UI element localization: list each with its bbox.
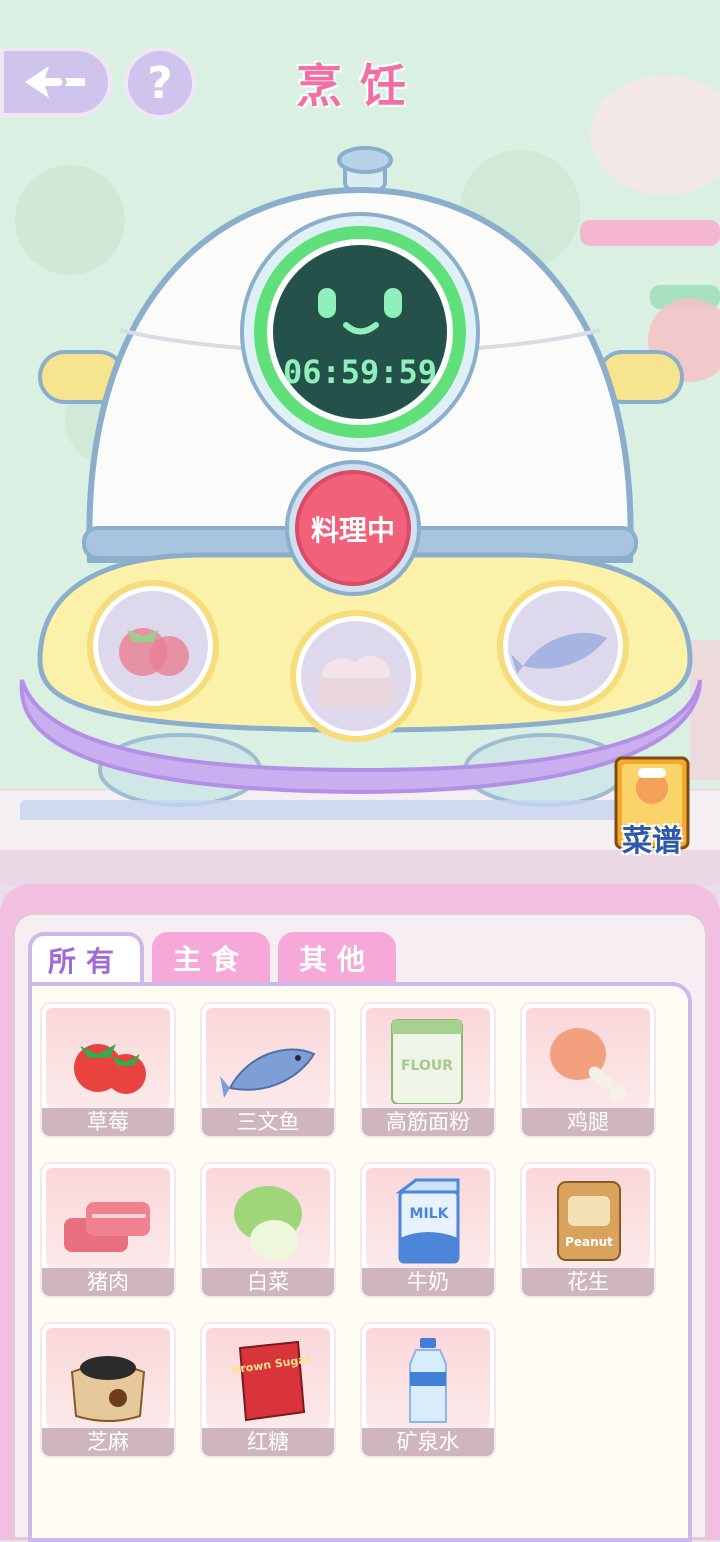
sesame-icon (70, 1356, 146, 1422)
salmon-icon (220, 1048, 316, 1098)
page-title: 烹饪 (296, 59, 424, 113)
eggs-icon (318, 656, 394, 706)
ingredient-name: 花生 (522, 1268, 654, 1296)
back-button[interactable] (0, 47, 112, 117)
ingredient-name: 鸡腿 (522, 1108, 654, 1136)
water-bottle-icon (409, 1338, 447, 1423)
ingredient-name: 高筋面粉 (362, 1108, 494, 1136)
strawberry-icon (119, 628, 189, 676)
help-button[interactable]: ? (124, 47, 196, 119)
ingredient-item-salmon[interactable]: 三文鱼 (202, 1004, 334, 1136)
ingredient-name: 猪肉 (42, 1268, 174, 1296)
ingredient-name: 三文鱼 (202, 1108, 334, 1136)
ingredient-item-brown-sugar[interactable]: Brown Sugar 红糖 (202, 1324, 334, 1456)
salmon-icon (511, 633, 607, 674)
ingredient-item-sesame[interactable]: 芝麻 (42, 1324, 174, 1456)
back-arrow-icon (25, 66, 85, 98)
ingredient-slot-3[interactable] (497, 580, 629, 712)
ingredient-list: 草莓 三文鱼 FLOUR 高筋面粉 鸡腿 猪肉 白菜 MILK 牛奶 Peanu… (28, 982, 692, 1542)
recipe-book-label[interactable]: 菜谱 (612, 816, 692, 860)
pork-icon (64, 1202, 150, 1252)
ingredient-name: 草莓 (42, 1108, 174, 1136)
ingredient-slot-1[interactable] (87, 580, 219, 712)
help-label: ? (147, 57, 173, 109)
peanut-icon: Peanut (557, 1181, 621, 1261)
cabbage-icon (234, 1186, 302, 1260)
ingredient-name: 矿泉水 (362, 1428, 494, 1456)
ingredient-item-chicken-leg[interactable]: 鸡腿 (522, 1004, 654, 1136)
svg-text:FLOUR: FLOUR (401, 1058, 453, 1074)
ingredient-name: 芝麻 (42, 1428, 174, 1456)
ingredient-item-water[interactable]: 矿泉水 (362, 1324, 494, 1456)
svg-text:MILK: MILK (410, 1206, 450, 1222)
milk-icon: MILK (395, 1178, 460, 1264)
tab-other[interactable]: 其他 (278, 932, 396, 984)
ingredient-name: 牛奶 (362, 1268, 494, 1296)
ingredient-slot-2[interactable] (290, 610, 422, 742)
ingredient-name: 红糖 (202, 1428, 334, 1456)
ingredient-name: 白菜 (202, 1268, 334, 1296)
chicken-leg-icon (550, 1028, 626, 1102)
cooking-timer: 06:59:59 (282, 353, 438, 391)
tab-all[interactable]: 所有 (28, 932, 144, 984)
cooking-status-button[interactable]: 料理中 (296, 472, 410, 586)
category-tabs: 所有 主食 其他 (28, 932, 396, 984)
ingredient-item-strawberry[interactable]: 草莓 (42, 1004, 174, 1136)
ingredient-item-cabbage[interactable]: 白菜 (202, 1164, 334, 1296)
tab-staple[interactable]: 主食 (152, 932, 270, 984)
svg-text:Peanut: Peanut (565, 1235, 613, 1249)
flour-icon: FLOUR (391, 1019, 463, 1104)
strawberry-icon (74, 1044, 146, 1094)
ingredient-item-milk[interactable]: MILK 牛奶 (362, 1164, 494, 1296)
ingredient-item-peanut[interactable]: Peanut 花生 (522, 1164, 654, 1296)
brown-sugar-icon: Brown Sugar (231, 1340, 312, 1422)
ingredient-item-flour[interactable]: FLOUR 高筋面粉 (362, 1004, 494, 1136)
ingredient-item-pork[interactable]: 猪肉 (42, 1164, 174, 1296)
